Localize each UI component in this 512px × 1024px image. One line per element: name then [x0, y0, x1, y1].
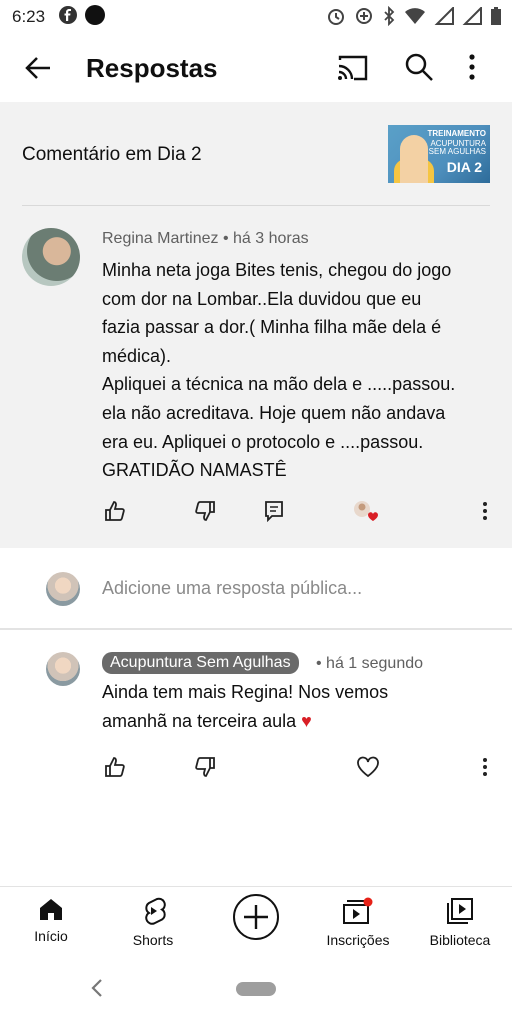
- comment-author[interactable]: Regina Martinez: [102, 230, 219, 247]
- app-bar: Respostas: [0, 34, 512, 102]
- comment-line: fazia passar a dor.( Minha filha mãe del…: [102, 317, 442, 338]
- thumbnail-text-1: TREINAMENTO: [427, 129, 486, 138]
- thumbnail-text-4: DIA 2: [446, 159, 482, 175]
- status-icons: [326, 5, 502, 31]
- comment-line: ela não acreditava. Hoje quem não andava: [102, 402, 446, 423]
- cast-icon[interactable]: [336, 54, 368, 87]
- data-saver-icon: [354, 6, 374, 31]
- facebook-icon: [59, 5, 78, 29]
- comment-actions: [0, 500, 512, 530]
- video-thumbnail[interactable]: TREINAMENTO ACUPUNTURA SEM AGULHAS DIA 2: [388, 125, 490, 183]
- more-options-icon[interactable]: [466, 52, 478, 87]
- reply-time: • há 1 segundo: [316, 655, 424, 672]
- reply-icon[interactable]: [264, 500, 284, 527]
- library-icon: [446, 898, 474, 928]
- dislike-icon[interactable]: [194, 756, 216, 783]
- notification-dot-icon: [85, 4, 106, 30]
- meta-separator: •: [222, 230, 229, 247]
- reply-body: Ainda tem mais Regina! Nos vemos amanhã …: [102, 678, 492, 736]
- bottom-nav: Início Shorts Inscrições Biblioteca: [0, 886, 512, 960]
- nav-label: Inscrições: [326, 932, 390, 948]
- subscriptions-icon: [342, 897, 374, 928]
- reply-more-icon[interactable]: [480, 756, 490, 783]
- avatar: [46, 572, 80, 606]
- reply-comment: Acupuntura Sem Agulhas • há 1 segundo Ai…: [0, 630, 512, 830]
- nav-label: Biblioteca: [429, 932, 491, 948]
- comment-line: Minha neta joga Bites tenis, chegou do j…: [102, 260, 452, 280]
- comment-line: Apliquei a técnica na mão dela e .....pa…: [102, 374, 456, 395]
- heart-emoji: ♥: [301, 711, 312, 731]
- comment-line: com dor na Lombar..Ela duvidou que eu: [102, 288, 422, 309]
- comment-line: GRATIDÃO NAMASTÊ: [102, 460, 287, 481]
- dislike-icon[interactable]: [194, 500, 216, 527]
- create-plus-icon: [232, 894, 280, 944]
- thumbnail-figure: [400, 135, 428, 183]
- reply-actions: [0, 756, 512, 786]
- status-bar: 6:23: [0, 0, 512, 34]
- reply-input-row[interactable]: Adicione uma resposta pública...: [0, 548, 512, 628]
- nav-shorts[interactable]: Shorts: [103, 897, 203, 948]
- signal-icon: [434, 5, 454, 30]
- signal-2-icon: [462, 5, 482, 30]
- like-icon[interactable]: [104, 756, 126, 783]
- creator-heart-icon[interactable]: [352, 500, 384, 531]
- creator-badge[interactable]: Acupuntura Sem Agulhas: [102, 652, 299, 674]
- comment-time: há 3 horas: [233, 230, 309, 247]
- wifi-icon: [404, 7, 426, 30]
- comment-meta: Regina Martinez • há 3 horas: [102, 230, 309, 248]
- comment-line: era eu. Apliquei o protocolo e ....passo…: [102, 431, 424, 452]
- search-icon[interactable]: [404, 52, 434, 87]
- reply-line: amanhã na terceira aula ♥: [102, 707, 492, 736]
- back-arrow-icon[interactable]: [22, 52, 54, 84]
- like-icon[interactable]: [104, 500, 126, 527]
- nav-subscriptions[interactable]: Inscrições: [308, 897, 408, 948]
- comment-more-icon[interactable]: [480, 500, 490, 527]
- comment-body: Minha neta joga Bites tenis, chegou do j…: [102, 256, 496, 485]
- system-nav-bar: [0, 960, 512, 1024]
- shorts-icon: [140, 897, 166, 928]
- home-icon: [38, 899, 64, 924]
- context-label: Comentário em Dia 2: [22, 144, 202, 165]
- thumbnail-text-3: SEM AGULHAS: [428, 147, 486, 156]
- comment-line: médica).: [102, 345, 172, 366]
- alarm-icon: [326, 6, 346, 31]
- reply-input[interactable]: Adicione uma resposta pública...: [102, 578, 362, 599]
- nav-library[interactable]: Biblioteca: [410, 897, 510, 948]
- reply-line: Ainda tem mais Regina! Nos vemos: [102, 682, 389, 702]
- video-context-header[interactable]: Comentário em Dia 2 TREINAMENTO ACUPUNTU…: [0, 102, 512, 206]
- system-back-icon[interactable]: [90, 978, 104, 1004]
- main-comment: Regina Martinez • há 3 horas Minha neta …: [0, 206, 512, 548]
- page-title: Respostas: [86, 53, 218, 83]
- reply-line-text: amanhã na terceira aula: [102, 711, 297, 731]
- nav-home[interactable]: Início: [1, 897, 101, 944]
- avatar[interactable]: [46, 652, 80, 686]
- avatar[interactable]: [22, 228, 80, 286]
- nav-label: Shorts: [132, 932, 174, 948]
- heart-outline-icon[interactable]: [356, 756, 380, 783]
- bluetooth-icon: [382, 5, 396, 31]
- status-time: 6:23: [12, 7, 46, 26]
- battery-icon: [490, 6, 502, 31]
- nav-create[interactable]: [206, 893, 306, 944]
- nav-label: Início: [34, 928, 68, 944]
- home-gesture-pill[interactable]: [236, 982, 276, 996]
